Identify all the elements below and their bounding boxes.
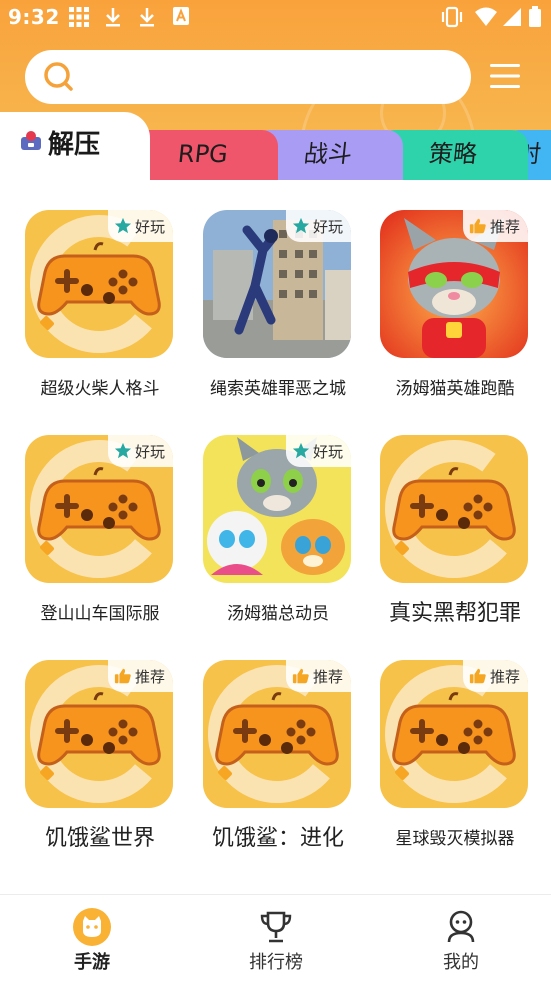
game-thumbnail[interactable] — [380, 435, 528, 583]
menu-icon[interactable] — [489, 62, 521, 90]
search-box[interactable] — [25, 50, 471, 104]
game-thumbnail[interactable]: 推荐 — [380, 210, 528, 358]
status-time: 9:32 — [8, 5, 60, 29]
nav-profile[interactable]: 我的 — [391, 895, 531, 984]
game-thumbnail[interactable]: 推荐 — [25, 660, 173, 808]
tab-label: 策略 — [427, 140, 479, 168]
thumbs-up-icon — [469, 668, 486, 684]
game-badge-label: 推荐 — [489, 217, 520, 236]
game-thumbnail[interactable]: 推荐 — [380, 660, 528, 808]
status-bar: 9:32 — [0, 0, 551, 34]
game-badge: 好玩 — [285, 435, 351, 467]
game-title: 星球毁灭模拟器 — [395, 829, 515, 849]
star-icon — [114, 442, 132, 459]
game-card[interactable]: 好玩绳索英雄罪恶之城 — [198, 180, 358, 399]
game-title: 绳索英雄罪恶之城 — [210, 379, 346, 399]
search-icon[interactable] — [43, 61, 75, 93]
nav-label: 排行榜 — [249, 952, 303, 973]
game-badge: 好玩 — [285, 210, 351, 242]
game-cat-icon — [73, 908, 111, 946]
game-thumbnail[interactable]: 好玩 — [203, 210, 351, 358]
thumbs-up-icon — [292, 668, 309, 684]
nav-ranking[interactable]: 排行榜 — [206, 895, 346, 984]
game-badge-label: 推荐 — [134, 667, 165, 686]
star-icon — [114, 217, 132, 234]
battery-icon — [529, 6, 541, 27]
game-badge-label: 推荐 — [312, 667, 343, 686]
relax-category-icon — [21, 131, 41, 150]
tab-label: RPG — [176, 140, 230, 168]
nav-label: 我的 — [443, 952, 479, 973]
gamepad-icon — [380, 435, 528, 583]
wifi-icon — [475, 7, 497, 26]
game-badge: 好玩 — [107, 435, 173, 467]
game-card[interactable]: 好玩登山山车国际服 — [20, 405, 180, 624]
category-tabs: 解压 RPG 战斗 策略 射 — [0, 112, 551, 180]
thumbs-up-icon — [114, 668, 131, 684]
game-card[interactable]: 推荐汤姆猫英雄跑酷 — [375, 180, 535, 399]
signal-icon — [503, 8, 521, 26]
trophy-icon — [260, 911, 292, 943]
tab-rpg[interactable]: RPG — [128, 130, 278, 180]
search-row — [0, 48, 551, 108]
download-icon — [106, 8, 120, 27]
game-thumbnail[interactable]: 好玩 — [25, 210, 173, 358]
game-thumbnail[interactable]: 推荐 — [203, 660, 351, 808]
header: 9:32 解压 RPG 战斗 策略 射 — [0, 0, 551, 180]
tab-relax-label: 解压 — [48, 130, 101, 160]
game-title: 超级火柴人格斗 — [40, 379, 160, 399]
game-card[interactable]: 好玩汤姆猫总动员 — [198, 405, 358, 624]
game-badge-label: 好玩 — [134, 217, 165, 236]
game-card[interactable]: 真实黑帮犯罪 — [375, 405, 535, 626]
thumbs-up-icon — [469, 218, 486, 234]
game-badge: 推荐 — [462, 210, 528, 242]
game-card[interactable]: 推荐饥饿鲨世界 — [20, 630, 180, 851]
game-badge-label: 好玩 — [312, 217, 343, 236]
game-badge: 推荐 — [462, 660, 528, 692]
font-a-icon — [173, 7, 189, 25]
game-grid: 好玩 超级火柴人格斗 好玩 绳索英雄罪恶之城 推荐 汤姆猫英雄跑酷 好玩 登山山… — [0, 180, 551, 890]
star-icon — [292, 217, 310, 234]
game-thumbnail[interactable]: 好玩 — [203, 435, 351, 583]
game-title: 饥饿鲨：进化 — [211, 826, 344, 851]
game-card[interactable]: 推荐饥饿鲨：进化 — [198, 630, 358, 851]
bottom-nav: 手游 排行榜 我的 — [0, 894, 551, 984]
profile-icon — [447, 910, 475, 943]
game-badge: 推荐 — [107, 660, 173, 692]
nav-games[interactable]: 手游 — [22, 895, 162, 984]
game-title: 汤姆猫总动员 — [227, 604, 329, 624]
search-input[interactable] — [89, 60, 453, 96]
game-badge-label: 推荐 — [489, 667, 520, 686]
game-title: 汤姆猫英雄跑酷 — [395, 379, 515, 399]
game-title: 饥饿鲨世界 — [44, 826, 155, 851]
game-badge-label: 好玩 — [134, 442, 165, 461]
nav-label: 手游 — [74, 952, 110, 973]
vibrate-icon — [441, 6, 463, 28]
download-icon — [140, 8, 154, 27]
game-title: 登山山车国际服 — [40, 604, 160, 624]
game-title: 真实黑帮犯罪 — [388, 601, 521, 626]
game-card[interactable]: 推荐星球毁灭模拟器 — [375, 630, 535, 849]
tab-label: 战斗 — [302, 140, 354, 168]
game-badge: 好玩 — [107, 210, 173, 242]
game-badge-label: 好玩 — [312, 442, 343, 461]
tab-relax[interactable]: 解压 — [0, 112, 150, 180]
star-icon — [292, 442, 310, 459]
game-card[interactable]: 好玩超级火柴人格斗 — [20, 180, 180, 399]
game-badge: 推荐 — [285, 660, 351, 692]
game-thumbnail[interactable]: 好玩 — [25, 435, 173, 583]
grid-notification-icon — [69, 7, 89, 27]
